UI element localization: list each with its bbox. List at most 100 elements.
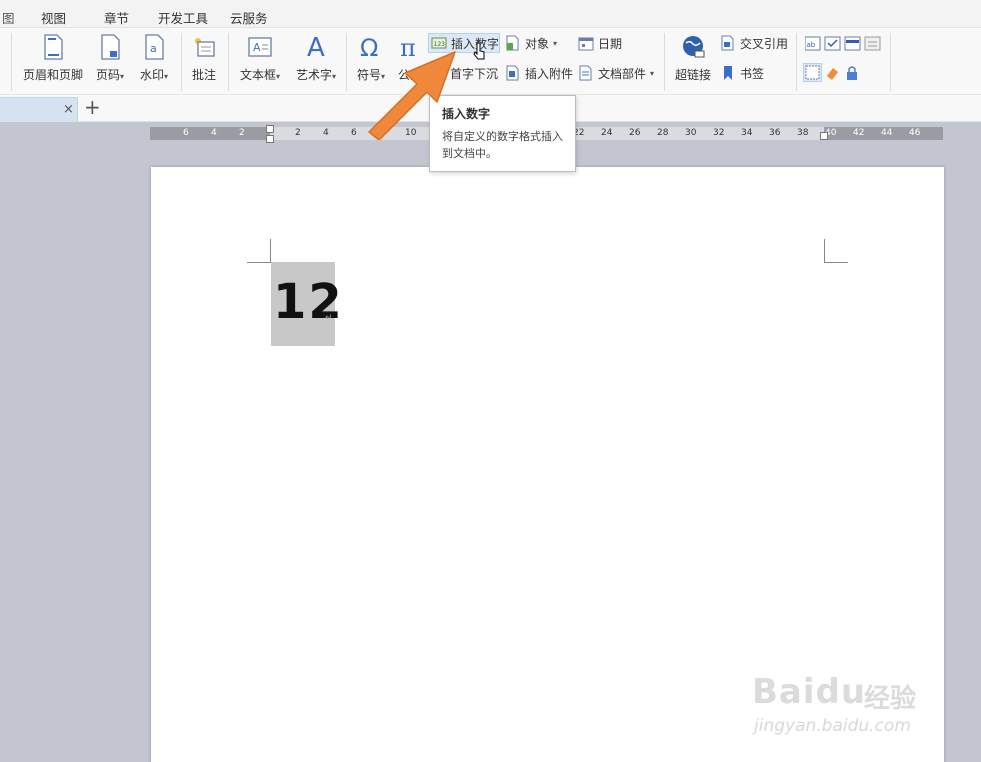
insert-attachment-label: 插入附件 [525, 66, 574, 81]
cross-reference-button[interactable]: 交叉引用 [720, 33, 788, 53]
page-number-button[interactable]: 页码▾ [91, 32, 129, 86]
lock-icon[interactable] [847, 66, 857, 80]
doc-parts-button[interactable]: 文档部件 ▾ [578, 63, 654, 83]
bookmark-button[interactable]: 书签 [720, 63, 764, 83]
page-number-icon [101, 34, 120, 60]
form-shading-icon[interactable] [805, 65, 820, 80]
calendar-icon [578, 37, 594, 51]
ruler-tick-label: 30 [685, 128, 697, 138]
ruler-tick-label: 32 [713, 128, 725, 138]
ruler-tick-label: 42 [853, 128, 865, 138]
chevron-down-icon: ▾ [553, 38, 558, 48]
menu-item-developer[interactable]: 开发工具 [158, 8, 208, 27]
chevron-down-icon: ▾ [164, 72, 169, 81]
ruler-tick-label: 4 [323, 128, 329, 138]
add-tab-icon[interactable]: + [84, 95, 101, 119]
attachment-icon [506, 65, 519, 81]
ruler-tick-label: 38 [797, 128, 809, 138]
cross-reference-label: 交叉引用 [740, 36, 789, 51]
insert-attachment-button[interactable]: 插入附件 [505, 63, 573, 83]
dropdown-control-icon[interactable] [844, 36, 861, 51]
number-field[interactable]: 12 [271, 262, 342, 346]
ruler-tick-label: 24 [601, 128, 613, 138]
watermark-button[interactable]: a 水印▾ [135, 32, 173, 86]
form-tools-row [805, 65, 857, 80]
comment-button[interactable]: 批注 [188, 32, 220, 86]
ruler-tick-label: 4 [211, 128, 217, 138]
eraser-icon[interactable] [827, 68, 838, 80]
bookmark-label: 书签 [740, 66, 765, 81]
word-art-icon: A [307, 34, 325, 60]
date-label: 日期 [598, 36, 623, 51]
date-button[interactable]: 日期 [578, 33, 622, 53]
text-box-icon: A [248, 37, 272, 57]
ribbon-separator [796, 33, 797, 91]
watermark-url: jingyan.baidu.com [754, 716, 911, 736]
ruler-tick-label: 36 [769, 128, 781, 138]
checkbox-control-icon[interactable] [824, 36, 841, 51]
document-tab[interactable]: × [0, 97, 78, 122]
text-box-button[interactable]: A 文本框▾ [235, 32, 285, 86]
menu-item-cloud[interactable]: 云服务 [230, 8, 268, 27]
number-field-value: 12 [273, 274, 344, 330]
menu-bar: 图 视图 章节 开发工具 云服务 [0, 0, 981, 28]
watermark-logo: Baidu [752, 672, 867, 712]
ruler-tick-label: 2 [295, 128, 301, 138]
margin-corner-top-right [824, 239, 848, 263]
svg-text:A: A [307, 34, 325, 60]
object-label: 对象 [525, 36, 550, 51]
ruler-tick-label: 44 [881, 128, 893, 138]
doc-parts-icon [579, 65, 592, 81]
chevron-down-icon: ▾ [276, 72, 281, 81]
close-icon[interactable]: × [63, 102, 74, 117]
baidu-jingyan-watermark: Baidu 经验 jingyan.baidu.com [752, 672, 942, 742]
watermark-label: 水印 [139, 68, 164, 82]
header-footer-label: 页眉和页脚 [22, 68, 83, 82]
header-footer-icon [44, 34, 63, 60]
text-box-label: 文本框 [239, 68, 276, 82]
pointer-arrow-icon [368, 51, 456, 140]
ribbon-separator [181, 33, 182, 91]
ruler-tick-label: 6 [183, 128, 189, 138]
paragraph-mark: ↵ [325, 313, 333, 323]
globe-link-icon [683, 36, 705, 58]
word-art-label: 艺术字 [295, 68, 332, 82]
left-indent-marker[interactable] [266, 125, 274, 133]
mouse-cursor-icon [473, 42, 485, 60]
ruler-tick-label: 26 [629, 128, 641, 138]
comment-label: 批注 [191, 68, 216, 82]
object-icon [506, 35, 519, 51]
bookmark-icon [724, 66, 732, 80]
chevron-down-icon: ▾ [120, 72, 125, 81]
word-art-button[interactable]: A 艺术字▾ [291, 32, 341, 86]
hyperlink-label: 超链接 [674, 68, 711, 82]
page-number-label: 页码 [95, 68, 120, 82]
text-field-control-icon[interactable]: ab [805, 36, 821, 51]
ruler-tick-label: 34 [741, 128, 753, 138]
menu-item-view[interactable]: 视图 [41, 8, 66, 27]
cross-reference-icon [721, 35, 734, 51]
form-settings-icon[interactable] [864, 36, 881, 51]
watermark-icon: a [145, 34, 164, 60]
doc-parts-label: 文档部件 [598, 66, 647, 81]
ribbon-separator [890, 33, 891, 91]
svg-text:A: A [253, 41, 261, 54]
ribbon-separator [228, 33, 229, 91]
chevron-down-icon: ▾ [650, 68, 655, 78]
ruler-tick-label: 28 [657, 128, 669, 138]
hanging-indent-marker[interactable] [266, 135, 274, 143]
hyperlink-button[interactable]: 超链接 [672, 32, 714, 86]
right-indent-marker[interactable] [820, 132, 828, 140]
header-footer-button[interactable]: 页眉和页脚 [21, 32, 85, 86]
svg-text:ab: ab [807, 41, 816, 49]
menu-item-section[interactable]: 章节 [104, 8, 129, 27]
watermark-logo-cn: 经验 [864, 684, 917, 714]
comment-icon [195, 38, 215, 57]
margin-corner-top-left [247, 239, 271, 263]
object-button[interactable]: 对象 ▾ [505, 33, 557, 53]
ruler-tick-label: 46 [909, 128, 921, 138]
menu-item-cut[interactable]: 图 [2, 8, 15, 27]
ruler-tick-label: 2 [239, 128, 245, 138]
ribbon: 页眉和页脚 页码▾ a 水印▾ 批注 A 文本框▾ A 艺术字▾ Ω 符号▾ π… [0, 28, 981, 95]
chevron-down-icon: ▾ [332, 72, 337, 81]
